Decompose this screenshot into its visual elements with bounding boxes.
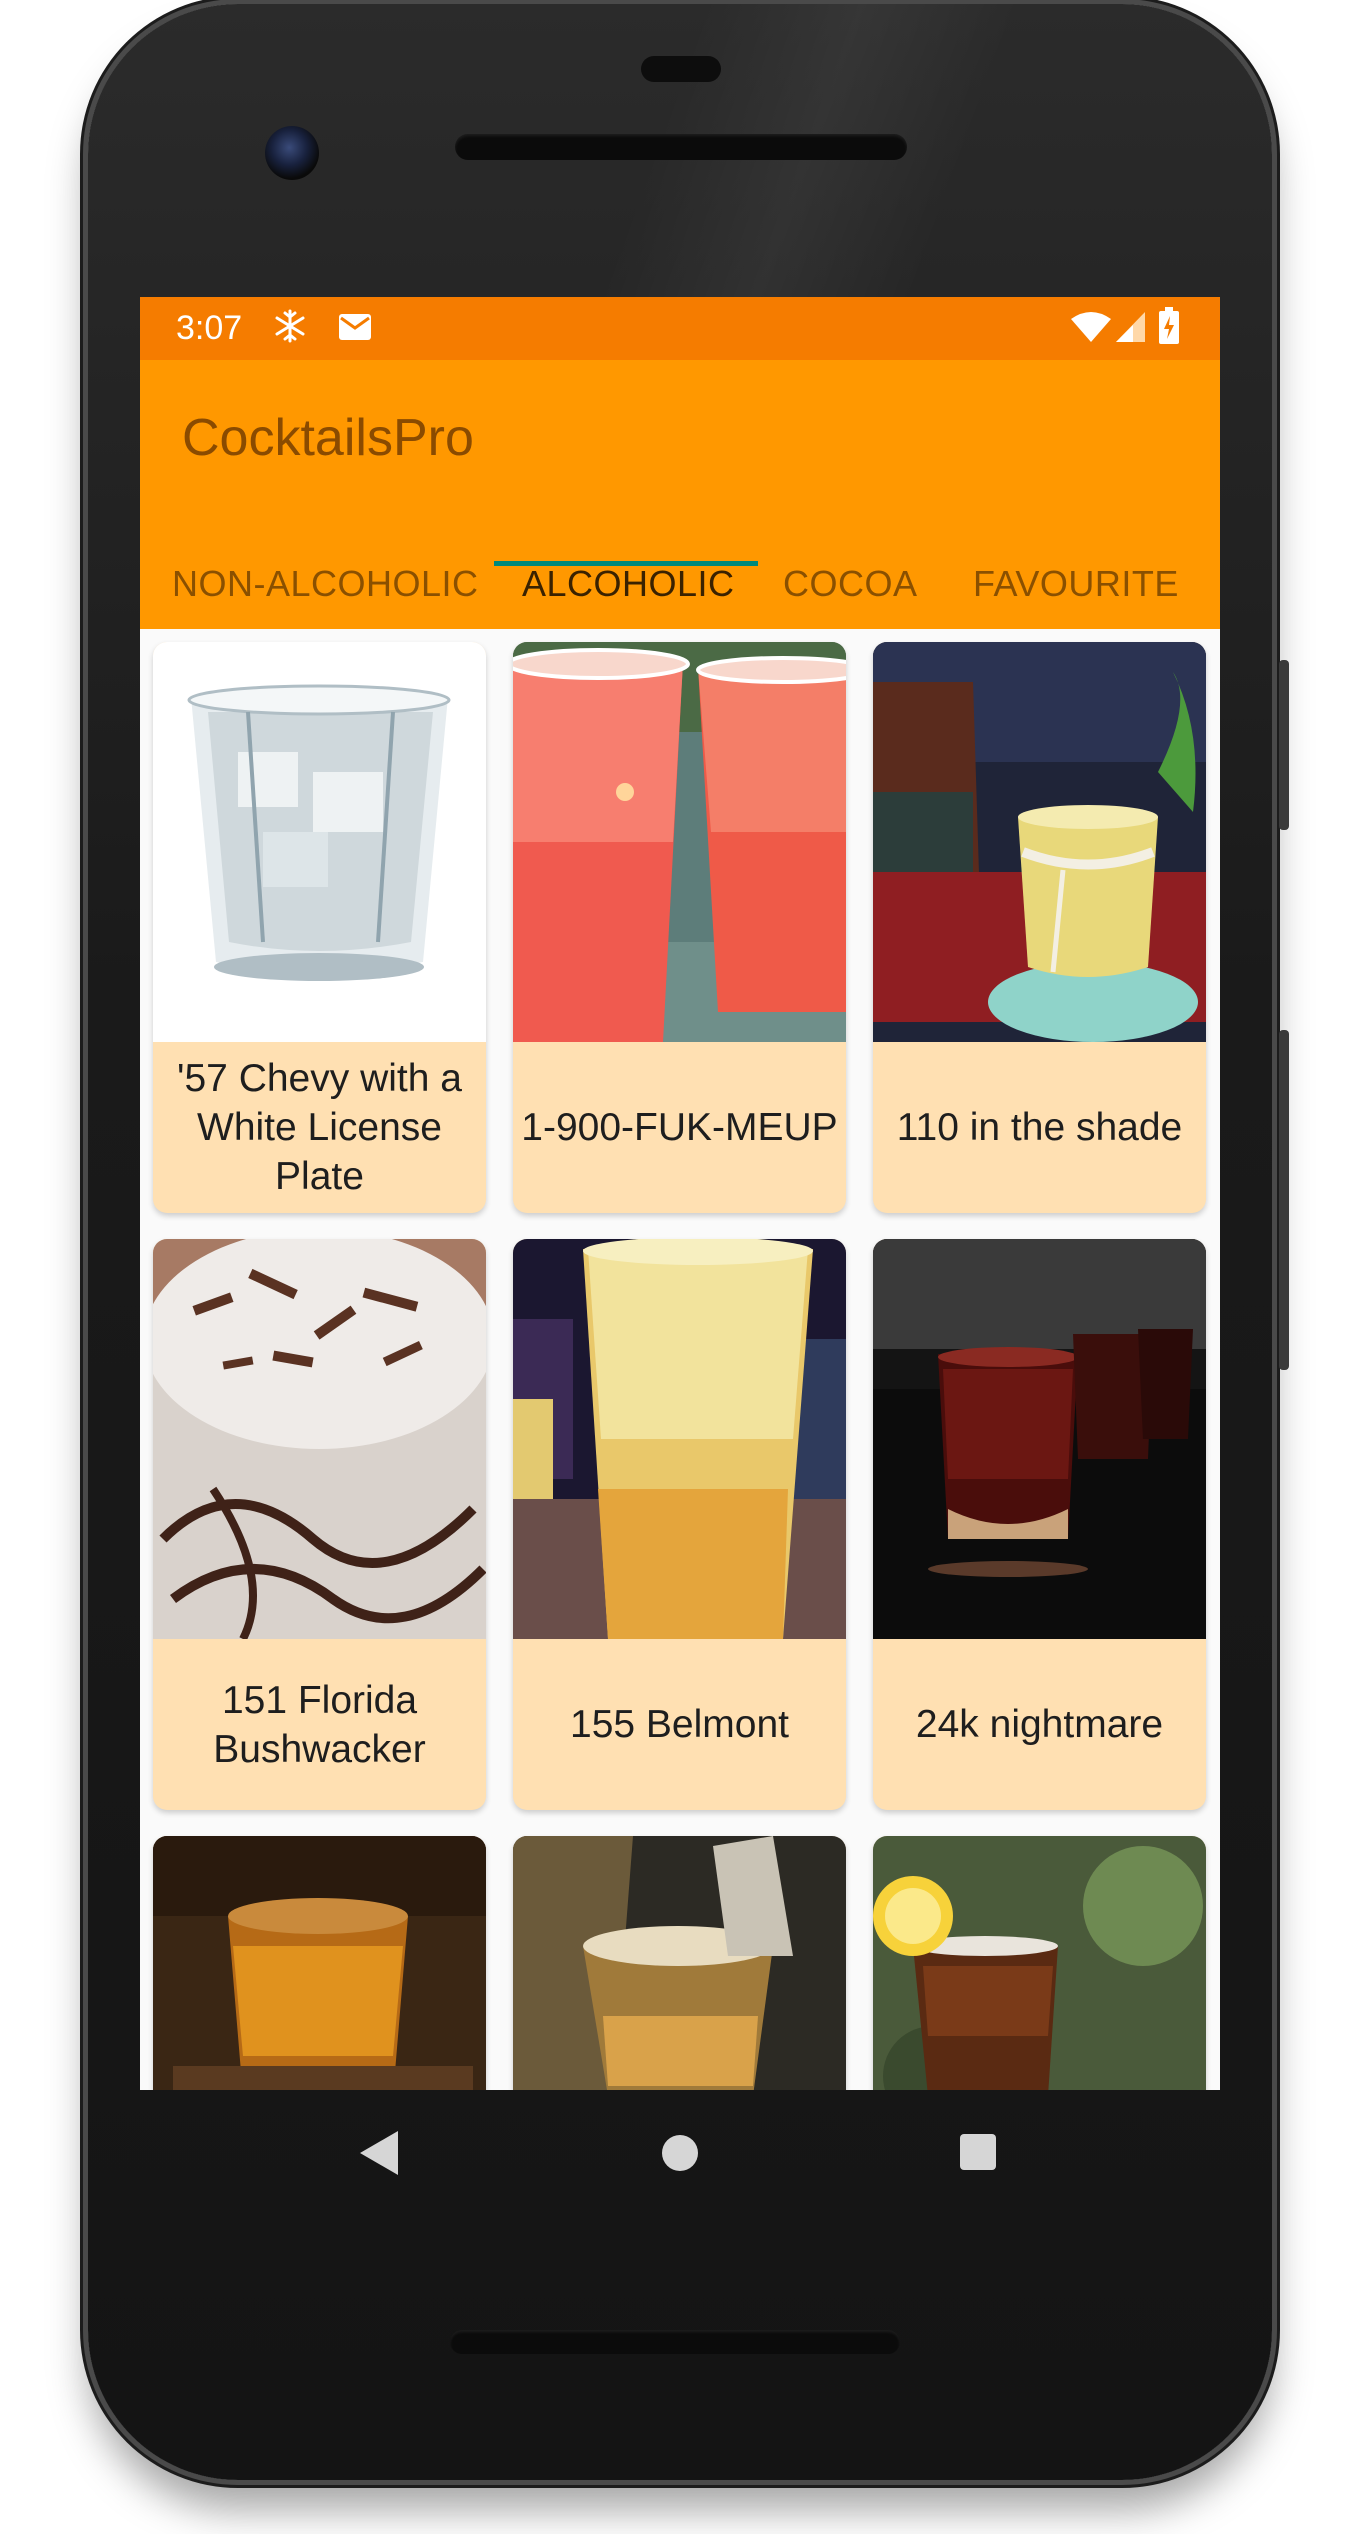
cocktail-image: [873, 1239, 1206, 1639]
bottom-speaker: [450, 2330, 900, 2354]
cocktail-name: 155 Belmont: [570, 1703, 789, 1746]
front-camera: [265, 126, 319, 180]
cocktail-name: 110 in the shade: [896, 1106, 1183, 1149]
battery-icon: [1158, 307, 1180, 353]
signal-icon: [1115, 311, 1147, 351]
cocktail-image: [873, 1836, 1206, 2090]
cocktail-card[interactable]: [513, 1836, 846, 2090]
cocktail-card[interactable]: 151 Florida Bushwacker: [153, 1239, 486, 1810]
cocktail-card[interactable]: 155 Belmont: [513, 1239, 846, 1810]
home-icon[interactable]: [662, 2135, 698, 2171]
wifi-icon: [1070, 311, 1112, 351]
tab-bar: NON-ALCOHOLIC ALCOHOLIC COCOA FAVOURITE: [140, 535, 1220, 629]
cocktail-image: [153, 1239, 486, 1639]
cocktail-image: [513, 642, 846, 1042]
cocktail-card[interactable]: 24k nightmare: [873, 1239, 1206, 1810]
cocktail-image: [873, 642, 1206, 1042]
power-button: [1279, 660, 1289, 830]
volume-button: [1279, 1030, 1289, 1370]
cocktail-image: [153, 642, 486, 1042]
earpiece: [641, 56, 721, 82]
recents-icon[interactable]: [960, 2134, 996, 2170]
tab-non-alcoholic[interactable]: NON-ALCOHOLIC: [172, 563, 479, 605]
app-title: CocktailsPro: [182, 409, 474, 467]
status-bar: 3:07: [140, 297, 1220, 360]
cocktail-image: [513, 1836, 846, 2090]
cocktail-name: 151 Florida Bushwacker: [213, 1678, 426, 1771]
app-bar: CocktailsPro NON-ALCOHOLIC ALCOHOLIC COC…: [140, 360, 1220, 629]
snowflake-icon: [273, 309, 307, 351]
top-speaker: [455, 134, 907, 160]
cocktail-card[interactable]: '57 Chevy with a White License Plate: [153, 642, 486, 1213]
tab-favourite[interactable]: FAVOURITE: [973, 563, 1179, 605]
mail-icon: [338, 312, 372, 349]
tab-cocoa[interactable]: COCOA: [783, 563, 918, 605]
cocktail-card[interactable]: 1-900-FUK-MEUP: [513, 642, 846, 1213]
back-icon[interactable]: [360, 2131, 398, 2175]
cocktail-image: [153, 1836, 486, 2090]
tab-indicator: [494, 561, 758, 566]
cocktail-card[interactable]: [153, 1836, 486, 2090]
tab-alcoholic[interactable]: ALCOHOLIC: [522, 563, 735, 605]
status-time: 3:07: [176, 309, 243, 347]
screen: 3:07 CocktailsPro NON-ALCOHOLIC ALCOHOLI…: [140, 297, 1220, 2090]
cocktail-card[interactable]: [873, 1836, 1206, 2090]
cocktail-image: [513, 1239, 846, 1639]
cocktail-card[interactable]: 110 in the shade: [873, 642, 1206, 1213]
cocktail-name: '57 Chevy with a White License Plate: [177, 1057, 462, 1198]
cocktail-name: 24k nightmare: [915, 1703, 1164, 1746]
cocktail-name: 1-900-FUK-MEUP: [521, 1106, 838, 1149]
